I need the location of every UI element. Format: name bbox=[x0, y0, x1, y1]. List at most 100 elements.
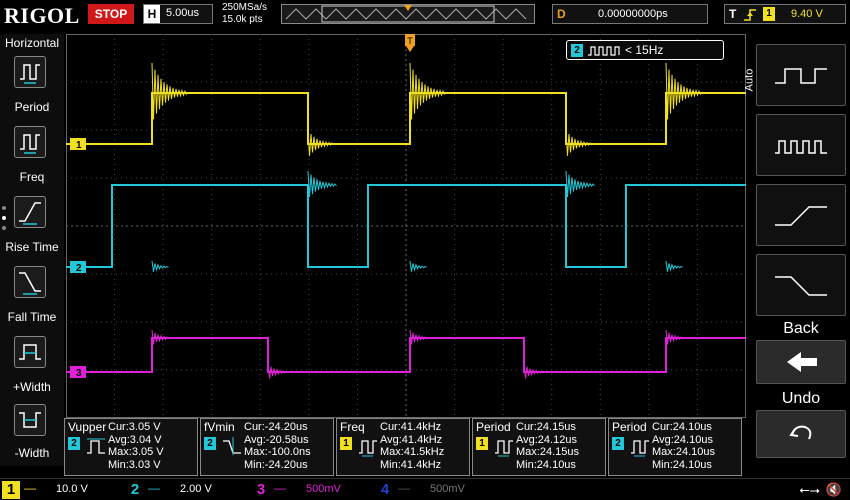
period-icon bbox=[495, 440, 513, 457]
channel-1-volts: 10.0 V bbox=[56, 483, 88, 495]
soft-menu: Auto Back Undo bbox=[743, 34, 850, 466]
delay-tag: D bbox=[557, 7, 566, 21]
trigger-condition-source: 2 bbox=[571, 44, 583, 57]
frequency-button[interactable] bbox=[14, 126, 46, 158]
fall-time-button[interactable] bbox=[14, 266, 46, 298]
frequency-icon bbox=[20, 134, 40, 154]
square-wave-wide-icon bbox=[775, 68, 827, 84]
measurement-vupper[interactable]: Vupper 2 Cur:3.05 V Avg:3.04 V Max:3.05 VM… bbox=[64, 418, 198, 476]
delay-box[interactable]: D 0.00000000ps bbox=[552, 4, 708, 24]
speaker-icon[interactable]: 🔇 bbox=[826, 482, 842, 498]
channel-1-ground-marker: 1 bbox=[70, 138, 86, 151]
channel-4-volts: 500mV bbox=[430, 483, 465, 495]
measurement-values: Cur:41.4kHz Avg:41.4kHz Max:41.5kHz Min:41.… bbox=[380, 421, 445, 471]
measurement-source: 2 bbox=[204, 437, 216, 450]
measurement-period-ch2[interactable]: Period 2 Cur:24.10us Avg:24.10us Max:24.10… bbox=[608, 418, 742, 476]
waveform-overview bbox=[281, 4, 535, 24]
horizontal-tag: H bbox=[144, 5, 160, 23]
positive-width-button[interactable] bbox=[14, 336, 46, 368]
run-stop-indicator[interactable]: STOP bbox=[88, 4, 134, 24]
channel-3-scale[interactable]: 3 — 500mV bbox=[252, 479, 372, 500]
sample-rate: 250MSa/s bbox=[222, 2, 268, 13]
timebase-value: 5.00us bbox=[166, 7, 200, 19]
trigger-source-chip: 1 bbox=[763, 7, 775, 21]
channel-bar: 1 — 10.0 V 2 — 2.00 V 3 — 500mV 4 — 500m… bbox=[0, 478, 850, 500]
positive-width-label: +Width bbox=[13, 380, 51, 394]
back-button[interactable] bbox=[756, 340, 846, 384]
measure-menu-title: Horizontal bbox=[4, 36, 60, 50]
channel-2-volts: 2.00 V bbox=[180, 483, 212, 495]
coupling-icon: — bbox=[148, 481, 160, 495]
trigger-box[interactable]: T 1 9.40 V bbox=[724, 4, 846, 24]
pulse-wide-button[interactable] bbox=[756, 44, 846, 106]
square-wave-narrow-icon bbox=[775, 140, 827, 154]
trigger-condition-label: 2 < 15Hz bbox=[566, 40, 724, 60]
undo-button[interactable] bbox=[756, 410, 846, 458]
channel-3-number: 3 bbox=[256, 481, 266, 498]
measurement-values: Cur:3.05 V Avg:3.04 V Max:3.05 V Min:3.03 V bbox=[108, 421, 164, 471]
falling-edge-icon bbox=[775, 276, 827, 296]
sample-info: 250MSa/s 15.0k pts bbox=[222, 2, 267, 26]
svg-text:T: T bbox=[407, 36, 413, 46]
falling-edge-button[interactable] bbox=[756, 254, 846, 316]
back-arrow-icon bbox=[787, 352, 817, 372]
measurement-source: 1 bbox=[340, 437, 352, 450]
negative-width-icon bbox=[19, 412, 41, 428]
measurement-name: Freq bbox=[340, 420, 365, 434]
timebase-box[interactable]: H 5.00us bbox=[143, 4, 213, 24]
measurement-source: 2 bbox=[612, 437, 624, 450]
channel-2-trace bbox=[66, 170, 746, 272]
back-label: Back bbox=[783, 320, 819, 337]
rising-edge-button[interactable] bbox=[756, 184, 846, 246]
channel-3-ground-marker: 3 bbox=[70, 366, 86, 379]
measurement-values: Cur:24.10us Avg:24.10us Max:24.10us Min:24.… bbox=[652, 421, 715, 471]
coupling-icon: — bbox=[274, 481, 286, 495]
trigger-edge-icon bbox=[744, 9, 756, 21]
rise-time-icon bbox=[19, 202, 41, 225]
measurement-values: Cur:-24.20us Avg:-20.58us Max:-100.0ns Min:… bbox=[244, 421, 311, 471]
rising-edge-icon bbox=[775, 206, 827, 226]
channel-2-ground-marker: 2 bbox=[70, 261, 86, 274]
delay-value: 0.00000000ps bbox=[598, 8, 668, 20]
page-indicator bbox=[2, 206, 8, 236]
channel-2-scale[interactable]: 2 — 2.00 V bbox=[126, 479, 246, 500]
trigger-level: 9.40 V bbox=[791, 8, 823, 20]
frequency-label: Freq bbox=[19, 170, 45, 184]
undo-icon bbox=[789, 425, 812, 440]
negative-width-button[interactable] bbox=[14, 404, 46, 436]
measurement-freq[interactable]: Freq 1 Cur:41.4kHz Avg:41.4kHz Max:41.5kHz… bbox=[336, 418, 470, 476]
coupling-icon: — bbox=[398, 481, 410, 495]
negative-width-label: -Width bbox=[14, 446, 50, 460]
measurement-name: Vupper bbox=[68, 420, 107, 434]
time-at-vmin-icon bbox=[223, 437, 241, 455]
measure-menu: Horizontal Period Freq Rise Time Fall Ti… bbox=[0, 34, 64, 466]
fall-time-icon bbox=[19, 272, 41, 295]
channel-1-number: 1 bbox=[2, 481, 20, 499]
rise-time-button[interactable] bbox=[14, 196, 46, 228]
channel-3-volts: 500mV bbox=[306, 483, 341, 495]
measurement-values: Cur:24.15us Avg:24.12us Max:24.15us Min:24.… bbox=[516, 421, 579, 471]
waveform-display[interactable]: T 1 2 3 bbox=[66, 34, 746, 418]
channel-4-number: 4 bbox=[380, 481, 390, 498]
fall-time-label: Fall Time bbox=[7, 310, 57, 324]
memory-points: 15.0k pts bbox=[222, 14, 263, 25]
channel-4-scale[interactable]: 4 — 500mV bbox=[376, 479, 496, 500]
svg-text:1: 1 bbox=[76, 140, 82, 151]
period-icon bbox=[20, 64, 40, 84]
undo-label: Undo bbox=[781, 390, 821, 407]
channel-2-number: 2 bbox=[130, 481, 140, 498]
brand-logo: RIGOL bbox=[4, 3, 80, 28]
measurement-name: fVmin bbox=[204, 420, 235, 434]
channel-1-scale[interactable]: 1 — 10.0 V bbox=[2, 479, 122, 500]
pulse-narrow-button[interactable] bbox=[756, 114, 846, 176]
frequency-icon bbox=[359, 440, 377, 457]
measurement-period-ch1[interactable]: Period 1 Cur:24.15us Avg:24.12us Max:24.15… bbox=[472, 418, 606, 476]
measurement-name: Period bbox=[612, 420, 647, 434]
measurement-fvmin[interactable]: fVmin 2 Cur:-24.20us Avg:-20.58us Max:-100… bbox=[200, 418, 334, 476]
measurement-source: 1 bbox=[476, 437, 488, 450]
period-icon bbox=[631, 440, 649, 457]
trigger-tag: T bbox=[729, 7, 737, 21]
overview-waveform-icon bbox=[285, 5, 527, 23]
period-button[interactable] bbox=[14, 56, 46, 88]
trigger-condition-value: < 15Hz bbox=[625, 43, 664, 57]
